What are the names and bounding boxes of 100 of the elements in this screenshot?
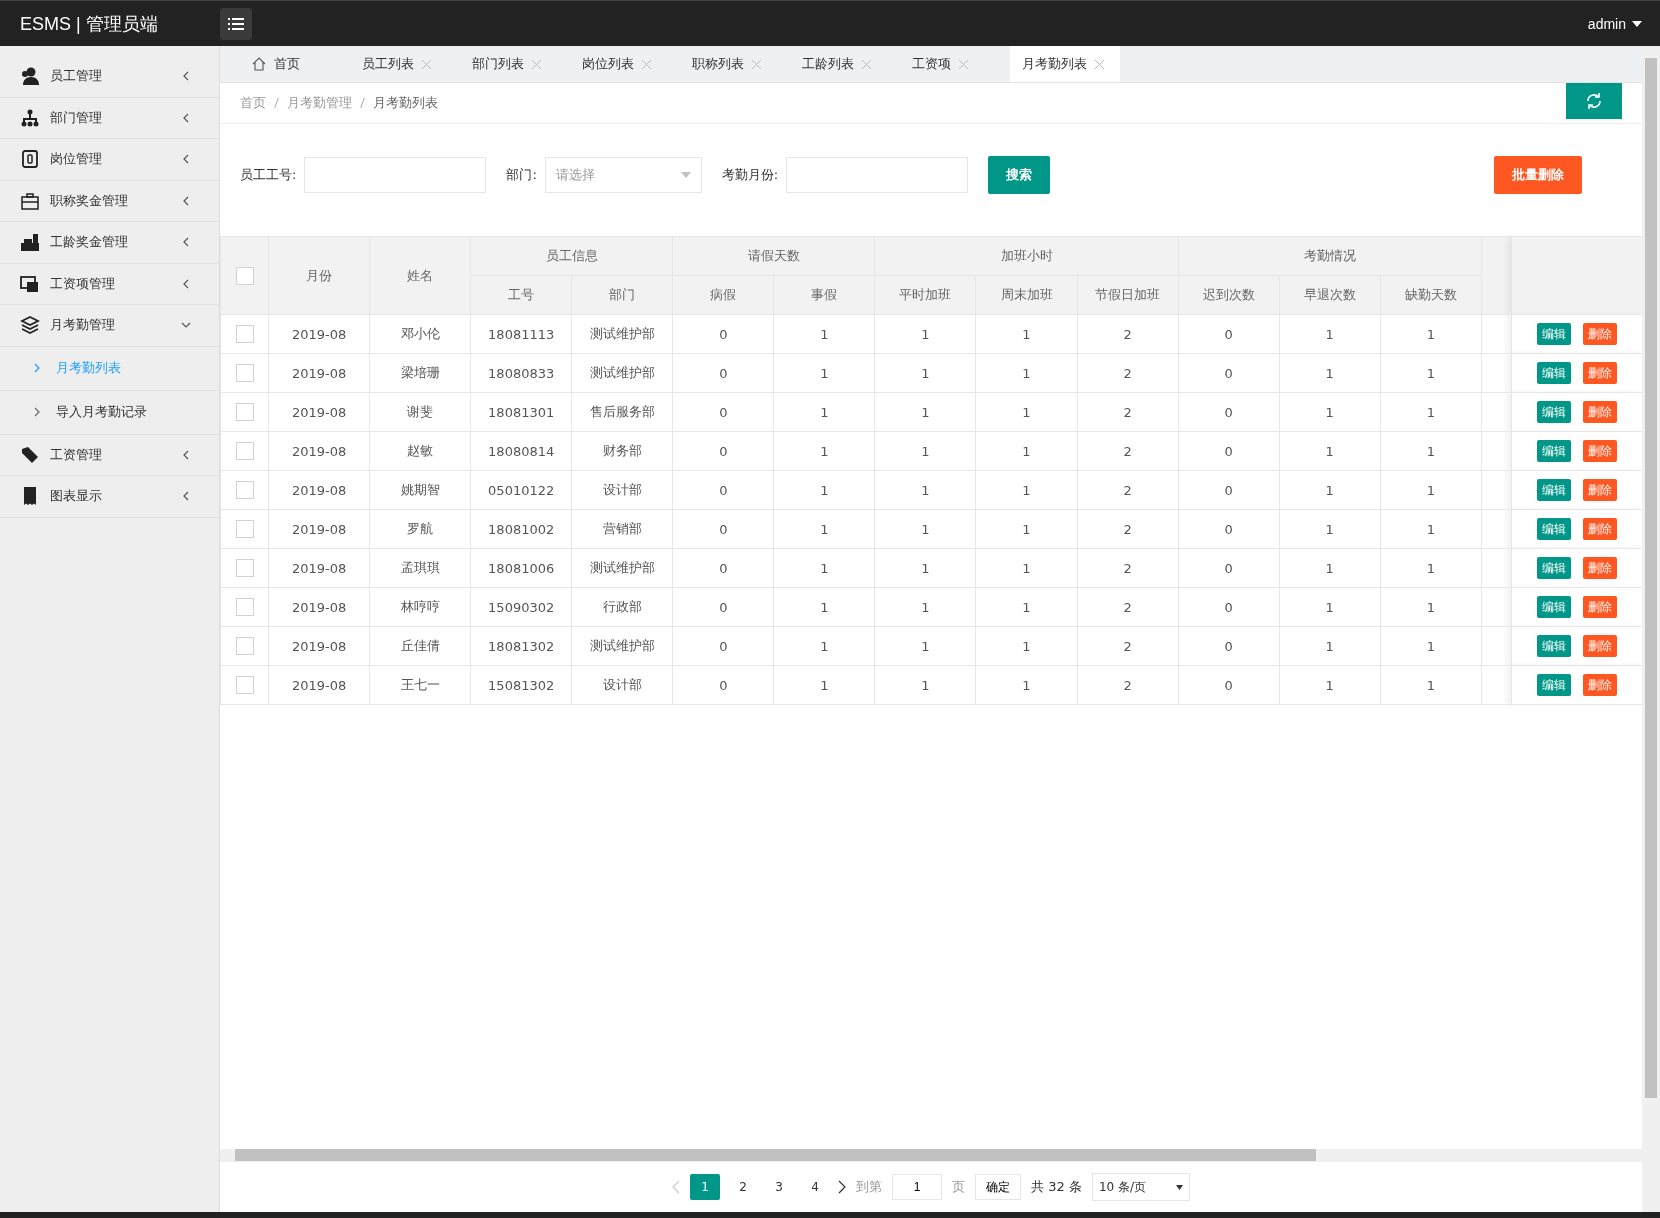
edit-button[interactable]: 编辑: [1537, 674, 1572, 696]
tab[interactable]: 月考勤列表: [1010, 46, 1120, 82]
page-size-select[interactable]: 10 条/页: [1091, 1173, 1190, 1201]
edit-button[interactable]: 编辑: [1537, 401, 1572, 423]
select-all-checkbox[interactable]: [235, 266, 254, 285]
row-checkbox[interactable]: [235, 676, 254, 694]
edit-button[interactable]: 编辑: [1537, 323, 1572, 345]
table-cell: 1: [975, 353, 1078, 393]
refresh-button[interactable]: [1566, 83, 1622, 119]
horizontal-scrollbar[interactable]: [220, 1149, 1642, 1161]
row-checkbox[interactable]: [235, 481, 254, 499]
vertical-scrollbar[interactable]: [1642, 46, 1660, 1212]
column-header: 平时加班: [874, 275, 976, 315]
department-select[interactable]: 请选择: [544, 157, 702, 193]
table-cell: 15081302: [470, 665, 572, 705]
edit-button[interactable]: 编辑: [1537, 440, 1572, 462]
delete-button[interactable]: 删除: [1583, 479, 1618, 501]
column-group-header: 员工信息: [470, 236, 673, 276]
delete-button[interactable]: 删除: [1583, 518, 1618, 540]
caret-icon: [1175, 1184, 1183, 1190]
user-menu[interactable]: admin: [1587, 15, 1626, 32]
sidebar-item[interactable]: 员工管理: [0, 56, 219, 98]
row-checkbox[interactable]: [235, 325, 254, 343]
tab[interactable]: 首页: [240, 46, 350, 82]
employee-no-field[interactable]: [304, 157, 487, 193]
table-cell: 0: [1178, 314, 1280, 354]
row-checkbox[interactable]: [235, 442, 254, 460]
sidebar-item[interactable]: 工龄奖金管理: [0, 222, 219, 264]
sidebar-subitem[interactable]: 导入月考勤记录: [0, 390, 219, 435]
delete-button[interactable]: 删除: [1583, 362, 1618, 384]
breadcrumb-link[interactable]: 首页: [240, 94, 266, 112]
sidebar-item[interactable]: 月考勤管理: [0, 305, 219, 347]
sidebar-item[interactable]: 岗位管理: [0, 139, 219, 181]
delete-button[interactable]: 删除: [1583, 557, 1618, 579]
table-cell: 15090302: [470, 587, 572, 627]
close-icon[interactable]: [642, 59, 651, 69]
table-cell: 2019-08: [268, 626, 370, 666]
close-icon[interactable]: [862, 59, 871, 69]
table-cell: 1: [773, 665, 875, 705]
table-cell: 2019-08: [268, 431, 370, 471]
row-checkbox[interactable]: [235, 403, 254, 421]
page-link[interactable]: 4: [802, 1174, 829, 1200]
table-cell: 18081006: [470, 548, 572, 588]
month-field[interactable]: [786, 157, 969, 193]
search-button[interactable]: 搜索: [988, 156, 1051, 194]
edit-button[interactable]: 编辑: [1537, 557, 1572, 579]
sidebar-item[interactable]: 图表显示: [0, 476, 219, 518]
page-link[interactable]: 3: [766, 1174, 793, 1200]
close-icon[interactable]: [959, 59, 968, 69]
sidebar-item[interactable]: 工资管理: [0, 434, 219, 476]
breadcrumb-link[interactable]: 月考勤管理: [287, 94, 352, 112]
sidebar-item[interactable]: 工资项管理: [0, 263, 219, 305]
close-icon[interactable]: [422, 59, 431, 69]
delete-button[interactable]: 删除: [1583, 401, 1618, 423]
close-icon[interactable]: [752, 59, 761, 69]
next-page-icon[interactable]: [838, 1180, 847, 1194]
sidebar-subitem[interactable]: 月考勤列表: [0, 346, 219, 391]
row-checkbox[interactable]: [235, 598, 254, 616]
edit-button[interactable]: 编辑: [1537, 518, 1572, 540]
page-link[interactable]: 1: [690, 1174, 721, 1200]
edit-button[interactable]: 编辑: [1537, 596, 1572, 618]
delete-button[interactable]: 删除: [1583, 635, 1618, 657]
table-cell: 18081113: [470, 314, 572, 354]
table-cell: 1: [874, 509, 976, 549]
delete-button[interactable]: 删除: [1583, 596, 1618, 618]
table-cell: 0: [1178, 431, 1280, 471]
row-checkbox[interactable]: [235, 520, 254, 538]
tab[interactable]: 员工列表: [350, 46, 460, 82]
batch-delete-button[interactable]: 批量删除: [1494, 156, 1582, 194]
close-icon[interactable]: [532, 59, 541, 69]
page-link[interactable]: 2: [730, 1174, 757, 1200]
page-number-field[interactable]: 1: [892, 1174, 943, 1200]
menu-icon: [228, 17, 244, 30]
table-cell: 1: [874, 587, 976, 627]
menu-button[interactable]: [220, 7, 252, 40]
chevron-right-icon: [34, 363, 40, 373]
tab[interactable]: 部门列表: [460, 46, 570, 82]
tab[interactable]: 职称列表: [680, 46, 790, 82]
delete-button[interactable]: 删除: [1583, 323, 1618, 345]
delete-button[interactable]: 删除: [1583, 674, 1618, 696]
edit-button[interactable]: 编辑: [1537, 362, 1572, 384]
confirm-button[interactable]: 确定: [975, 1174, 1022, 1200]
row-checkbox[interactable]: [235, 637, 254, 655]
sidebar-item[interactable]: 职称奖金管理: [0, 180, 219, 222]
edit-button[interactable]: 编辑: [1537, 635, 1572, 657]
row-checkbox[interactable]: [235, 364, 254, 382]
breadcrumb-link[interactable]: 月考勤列表: [373, 94, 438, 112]
tab[interactable]: 工龄列表: [790, 46, 900, 82]
tab[interactable]: 工资项: [900, 46, 1010, 82]
table-cell: 0: [672, 626, 774, 666]
tab[interactable]: 岗位列表: [570, 46, 680, 82]
delete-button[interactable]: 删除: [1583, 440, 1618, 462]
table-cell: 1: [773, 626, 875, 666]
sidebar-item[interactable]: 部门管理: [0, 97, 219, 139]
sitemap-icon: [20, 107, 40, 128]
table-cell: 2: [1077, 431, 1179, 471]
close-icon[interactable]: [1095, 59, 1104, 69]
row-checkbox[interactable]: [235, 559, 254, 577]
previous-page-icon[interactable]: [672, 1180, 681, 1194]
edit-button[interactable]: 编辑: [1537, 479, 1572, 501]
